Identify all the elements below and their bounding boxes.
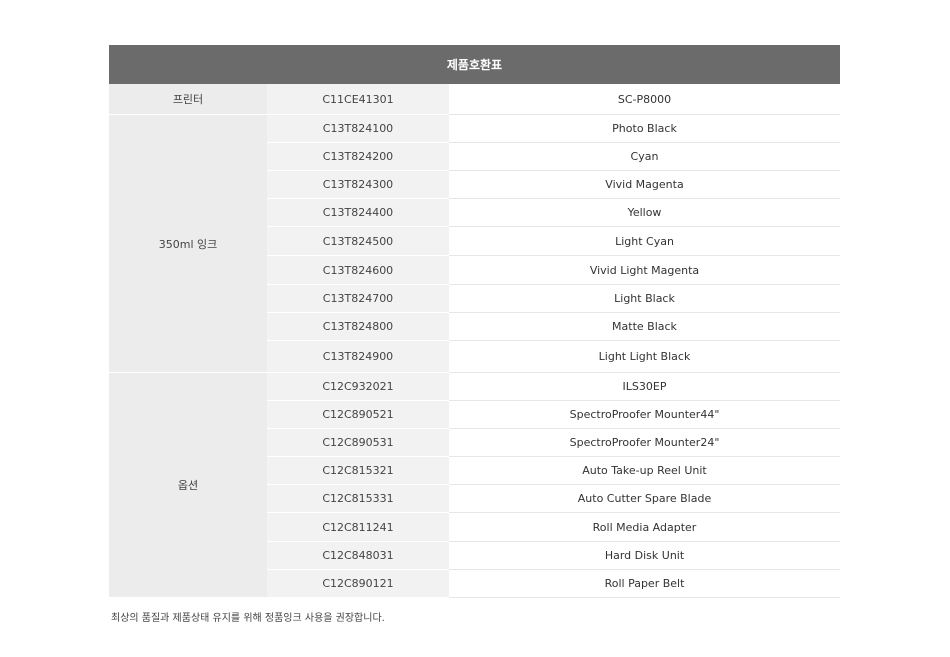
printer-code: C11CE41301 <box>267 84 449 115</box>
option-code: C12C811241 <box>267 513 449 542</box>
ink-name: Light Black <box>449 285 840 313</box>
ink-name: Vivid Light Magenta <box>449 256 840 285</box>
option-name: ILS30EP <box>449 373 840 401</box>
ink-name: Light Light Black <box>449 341 840 373</box>
option-code: C12C848031 <box>267 542 449 570</box>
ink-name: Yellow <box>449 199 840 227</box>
option-name: SpectroProofer Mounter44" <box>449 401 840 429</box>
compatibility-table: 제품호환표 프린터 C11CE41301 SC-P8000 350ml 잉크 C… <box>109 45 840 598</box>
option-name: Auto Cutter Spare Blade <box>449 485 840 513</box>
option-code: C12C815321 <box>267 457 449 485</box>
option-code: C12C890521 <box>267 401 449 429</box>
ink-name: Photo Black <box>449 115 840 143</box>
printer-name: SC-P8000 <box>449 84 840 115</box>
table-title: 제품호환표 <box>109 45 840 84</box>
ink-code: C13T824300 <box>267 171 449 199</box>
category-ink: 350ml 잉크 <box>109 115 267 373</box>
option-name: Hard Disk Unit <box>449 542 840 570</box>
ink-name: Matte Black <box>449 313 840 341</box>
option-code: C12C890531 <box>267 429 449 457</box>
category-options: 옵션 <box>109 373 267 598</box>
option-name: Roll Media Adapter <box>449 513 840 542</box>
option-code: C12C815331 <box>267 485 449 513</box>
ink-code: C13T824500 <box>267 227 449 256</box>
ink-name: Light Cyan <box>449 227 840 256</box>
footnote: 최상의 품질과 제품상태 유지를 위해 정품잉크 사용을 권장합니다. <box>111 613 385 624</box>
table-body: 프린터 C11CE41301 SC-P8000 350ml 잉크 C13T824… <box>109 84 840 598</box>
option-name: Auto Take-up Reel Unit <box>449 457 840 485</box>
ink-code: C13T824700 <box>267 285 449 313</box>
ink-name: Vivid Magenta <box>449 171 840 199</box>
ink-code: C13T824200 <box>267 143 449 171</box>
option-name: Roll Paper Belt <box>449 570 840 598</box>
ink-code: C13T824400 <box>267 199 449 227</box>
ink-code: C13T824600 <box>267 256 449 285</box>
ink-code: C13T824800 <box>267 313 449 341</box>
option-code: C12C890121 <box>267 570 449 598</box>
ink-code: C13T824100 <box>267 115 449 143</box>
option-code: C12C932021 <box>267 373 449 401</box>
ink-name: Cyan <box>449 143 840 171</box>
ink-code: C13T824900 <box>267 341 449 373</box>
option-name: SpectroProofer Mounter24" <box>449 429 840 457</box>
category-printer: 프린터 <box>109 84 267 115</box>
